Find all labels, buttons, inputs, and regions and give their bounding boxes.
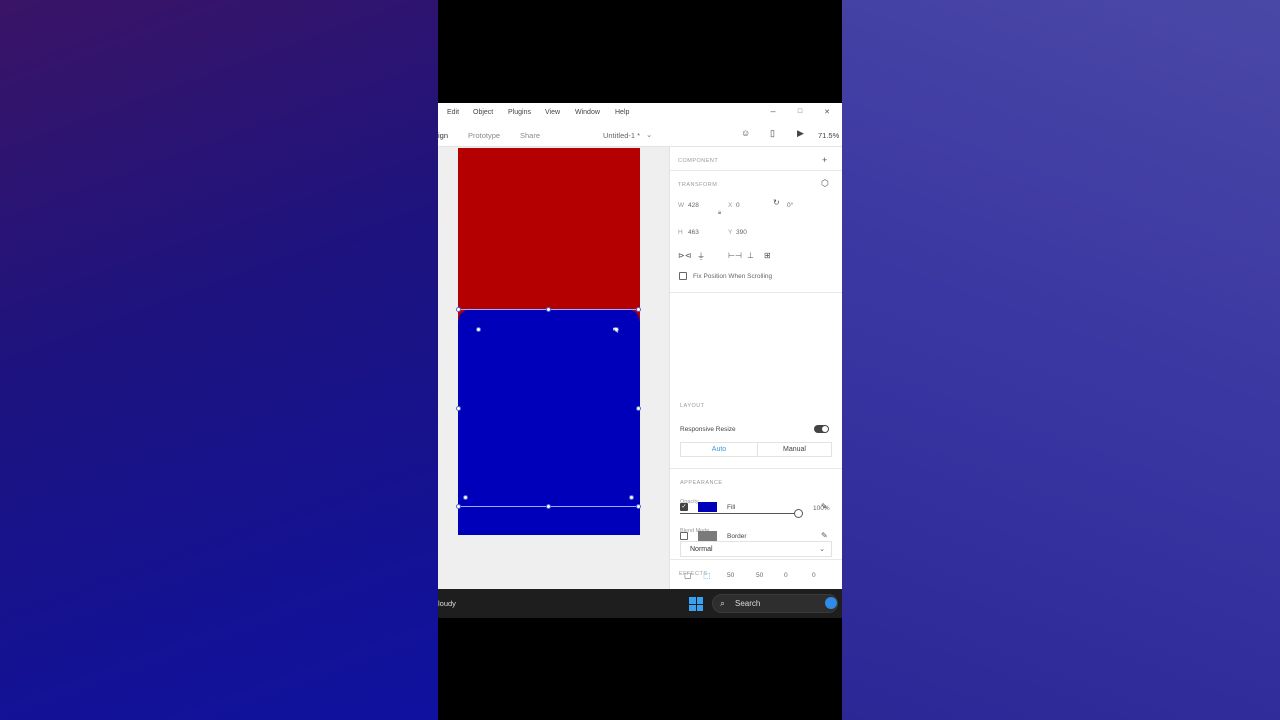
rotate-icon: ↻ (773, 198, 780, 207)
menu-window[interactable]: Window (575, 109, 600, 116)
corner-uniform-icon[interactable]: ▢ (684, 571, 692, 580)
corner-individual-icon[interactable]: ⬚ (703, 571, 711, 580)
height-label: H (678, 229, 683, 236)
corner-radius-top-left[interactable]: 50 (727, 572, 734, 579)
responsive-resize-label: Responsive Resize (680, 426, 736, 433)
play-icon[interactable]: ▶ (797, 128, 804, 139)
toolbar: ign Prototype Share Untitled-1 * ⌄ ☺ ▯ ▶… (438, 122, 842, 147)
corner-radius-handle-bottom-right[interactable] (629, 495, 634, 500)
x-field[interactable]: 0 (736, 202, 740, 209)
video-frame: Edit Object Plugins View Window Help – □… (438, 0, 842, 720)
corner-radius-handle-bottom-left[interactable] (463, 495, 468, 500)
corner-radius-bottom-right[interactable]: 0 (784, 572, 788, 579)
menu-help[interactable]: Help (615, 109, 629, 116)
windows-taskbar: loudy ⌕ Search (438, 589, 842, 618)
chevron-down-icon: ⌄ (819, 546, 825, 553)
design-app-window: Edit Object Plugins View Window Help – □… (438, 103, 842, 589)
search-icon: ⌕ (720, 598, 726, 608)
menu-edit[interactable]: Edit (447, 109, 459, 116)
resize-handle-right[interactable] (636, 406, 641, 411)
chevron-down-icon[interactable]: ⌄ (646, 130, 652, 139)
menu-object[interactable]: Object (473, 109, 493, 116)
document-title[interactable]: Untitled-1 * (603, 131, 640, 140)
tab-prototype[interactable]: Prototype (468, 131, 500, 140)
corner-radius-bottom-left[interactable]: 0 (812, 572, 816, 579)
zoom-level[interactable]: 71.5% (818, 131, 839, 140)
user-icon[interactable]: ☺ (741, 128, 750, 138)
width-field[interactable]: 428 (688, 202, 699, 209)
blurred-background-left (0, 0, 438, 720)
taskbar-weather-text[interactable]: loudy (438, 599, 456, 608)
width-label: W (678, 202, 685, 209)
close-icon[interactable]: ✕ (821, 108, 833, 116)
x-label: X (728, 202, 733, 209)
opacity-slider-knob[interactable] (794, 509, 803, 518)
red-rectangle[interactable] (458, 148, 640, 309)
opacity-value[interactable]: 100% (813, 505, 830, 512)
blue-rectangle[interactable] (458, 309, 640, 535)
y-field[interactable]: 390 (736, 229, 747, 236)
blend-mode-value: Normal (690, 546, 713, 553)
taskbar-search[interactable]: ⌕ Search (712, 594, 838, 613)
canvas-area[interactable]: ↖ (438, 147, 669, 589)
distribute-horizontal-icon[interactable]: ⊢⊣ (728, 251, 742, 260)
resize-handle-bottom-left[interactable] (456, 504, 461, 509)
blend-mode-select[interactable]: Normal ⌄ (680, 541, 832, 557)
divider (670, 170, 842, 171)
cursor-icon: ↖ (612, 325, 620, 335)
responsive-resize-toggle[interactable] (814, 425, 829, 433)
menu-view[interactable]: View (545, 109, 560, 116)
blurred-background-right (842, 0, 1280, 720)
property-inspector: COMPONENT + TRANSFORM ⬡ W 428 X 0 ↻ 0° 🔒… (669, 147, 842, 589)
resize-handle-bottom-right[interactable] (636, 504, 641, 509)
blend-mode-label: Blend Mode (680, 528, 710, 534)
resize-handle-top[interactable] (546, 307, 551, 312)
fix-position-checkbox[interactable] (679, 272, 687, 280)
appearance-section-title: APPEARANCE (680, 480, 723, 486)
copilot-icon[interactable] (825, 597, 837, 609)
flip-vertical-icon[interactable]: ⏚ (697, 251, 705, 262)
resize-handle-bottom[interactable] (546, 504, 551, 509)
resize-handle-top-left[interactable] (456, 307, 461, 312)
tab-design[interactable]: ign (438, 131, 448, 140)
flip-horizontal-icon[interactable]: ⊳⊲ (678, 251, 691, 260)
y-label: Y (728, 229, 733, 236)
manual-option[interactable]: Manual (757, 443, 831, 456)
distribute-vertical-icon[interactable]: ⊥ (747, 251, 754, 260)
menu-bar: Edit Object Plugins View Window Help – □… (438, 103, 842, 122)
menu-plugins[interactable]: Plugins (508, 109, 531, 116)
align-grid-icon[interactable]: ⊞ (764, 251, 771, 260)
windows-start-icon[interactable] (689, 597, 703, 611)
search-label: Search (735, 599, 761, 608)
maximize-icon[interactable]: □ (794, 108, 806, 115)
rotation-field[interactable]: 0° (787, 202, 793, 209)
cube-icon[interactable]: ⬡ (821, 178, 829, 189)
lock-aspect-icon[interactable]: 🔒︎ (718, 210, 721, 217)
layout-section-title: LAYOUT (680, 403, 705, 409)
responsive-mode-segmented: Auto Manual (680, 442, 832, 457)
divider (670, 468, 842, 469)
height-field[interactable]: 463 (688, 229, 699, 236)
opacity-label: Opacity (680, 499, 699, 505)
transform-section-title: TRANSFORM (678, 182, 718, 188)
mobile-preview-icon[interactable]: ▯ (770, 128, 775, 139)
corner-radius-top-right[interactable]: 50 (756, 572, 763, 579)
corner-radius-handle-left[interactable] (476, 327, 481, 332)
resize-handle-left[interactable] (456, 406, 461, 411)
resize-handle-top-right[interactable] (636, 307, 641, 312)
divider (670, 292, 842, 293)
auto-option[interactable]: Auto (681, 443, 757, 456)
minimize-icon[interactable]: – (767, 106, 779, 116)
component-section-title: COMPONENT (678, 158, 719, 164)
tab-share[interactable]: Share (520, 131, 540, 140)
opacity-slider[interactable] (680, 513, 798, 514)
add-component-icon[interactable]: + (822, 155, 827, 165)
fix-position-label: Fix Position When Scrolling (693, 273, 773, 280)
